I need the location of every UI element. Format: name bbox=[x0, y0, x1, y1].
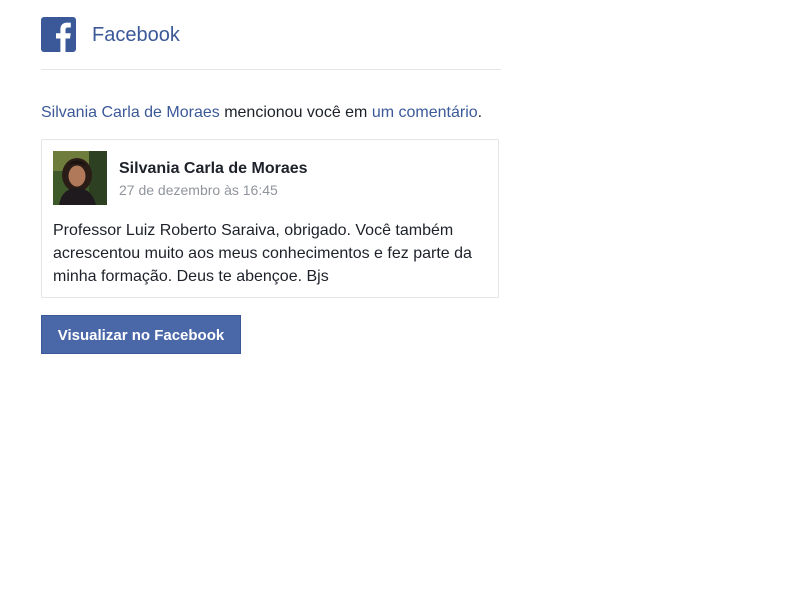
action-text: mencionou você em bbox=[219, 104, 372, 121]
comment-card: Silvania Carla de Moraes 27 de dezembro … bbox=[41, 139, 499, 298]
facebook-f-icon[interactable] bbox=[41, 17, 76, 52]
comment-link[interactable]: um comentário bbox=[372, 104, 478, 121]
notification-text: Silvania Carla de Moraes mencionou você … bbox=[41, 102, 501, 124]
comment-timestamp[interactable]: 27 de dezembro às 16:45 bbox=[119, 182, 278, 198]
email-page: Facebook Silvania Carla de Moraes mencio… bbox=[0, 0, 800, 600]
author-avatar[interactable] bbox=[53, 151, 107, 205]
notification-email: Facebook Silvania Carla de Moraes mencio… bbox=[41, 17, 501, 354]
email-header: Facebook bbox=[41, 17, 501, 70]
view-on-facebook-button[interactable]: Visualizar no Facebook bbox=[41, 315, 241, 354]
comment-author[interactable]: Silvania Carla de Moraes bbox=[119, 160, 308, 178]
actor-link[interactable]: Silvania Carla de Moraes bbox=[41, 104, 220, 121]
brand-name[interactable]: Facebook bbox=[92, 25, 180, 45]
comment-body: Professor Luiz Roberto Saraiva, obrigado… bbox=[53, 222, 472, 285]
end-punctuation: . bbox=[477, 104, 483, 121]
